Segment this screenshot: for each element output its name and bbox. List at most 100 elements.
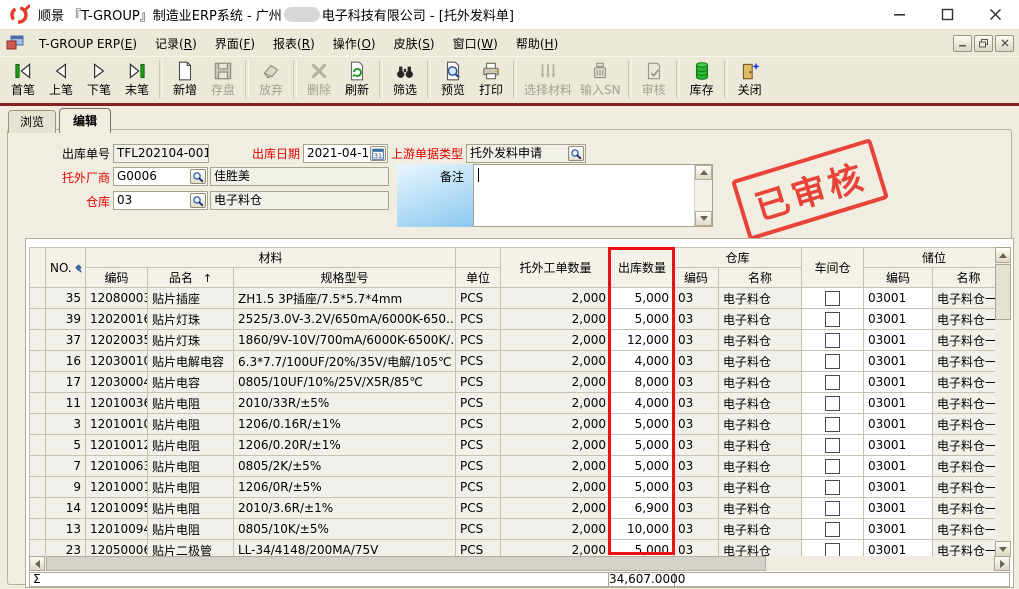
table-row[interactable]: 912010001贴片电阻1206/0R/±5%PCS2,0005,00003电…	[30, 477, 1005, 498]
cell-row-indicator[interactable]	[30, 435, 46, 456]
cell-no[interactable]: 17	[46, 372, 86, 393]
col-material-name[interactable]: 品名↑	[148, 268, 234, 288]
col-no[interactable]: NO.	[46, 248, 86, 288]
cell-wo-qty[interactable]: 2,000	[501, 309, 611, 330]
cell-material-code[interactable]: 12010095	[86, 498, 148, 519]
cell-wh-name[interactable]: 电子料仓	[719, 414, 802, 435]
warehouse-code-field[interactable]: 03	[113, 191, 208, 210]
cell-out-qty[interactable]: 6,900	[611, 498, 674, 519]
scroll-up-button[interactable]	[695, 165, 712, 180]
cell-wh-code[interactable]: 03	[674, 519, 719, 540]
cell-row-indicator[interactable]	[30, 288, 46, 309]
cell-spec[interactable]: 1860/9V-10V/700mA/6000K-6500K/...	[234, 330, 456, 351]
cell-loc-name[interactable]: 电子料仓一储	[933, 456, 1004, 477]
cell-spec[interactable]: 2010/3.6R/±1%	[234, 498, 456, 519]
cell-wo-qty[interactable]: 2,000	[501, 393, 611, 414]
cell-wo-qty[interactable]: 2,000	[501, 519, 611, 540]
cell-loc-name[interactable]: 电子料仓一储	[933, 309, 1004, 330]
table-row[interactable]: 3712020035贴片灯珠1860/9V-10V/700mA/6000K-65…	[30, 330, 1005, 351]
prev-record-button[interactable]: 上笔	[42, 59, 80, 99]
table-row[interactable]: 3912020016贴片灯珠2525/3.0V-3.2V/650mA/6000K…	[30, 309, 1005, 330]
cell-wo-qty[interactable]: 2,000	[501, 351, 611, 372]
cell-unit[interactable]: PCS	[456, 414, 501, 435]
cell-loc-name[interactable]: 电子料仓一储	[933, 477, 1004, 498]
cell-material-code[interactable]: 12010063	[86, 456, 148, 477]
cell-no[interactable]: 9	[46, 477, 86, 498]
cell-material-name[interactable]: 贴片电阻	[148, 393, 234, 414]
col-wo-qty[interactable]: 托外工单数量	[501, 248, 611, 288]
cell-material-name[interactable]: 贴片灯珠	[148, 330, 234, 351]
vendor-code-field[interactable]: G0006	[113, 167, 208, 186]
col-out-qty[interactable]: 出库数量	[611, 248, 674, 288]
cell-material-name[interactable]: 贴片电容	[148, 372, 234, 393]
cell-unit[interactable]: PCS	[456, 477, 501, 498]
menu-item-2[interactable]: 界面(F)	[206, 34, 264, 54]
menu-item-7[interactable]: 帮助(H)	[507, 34, 567, 54]
cell-material-name[interactable]: 贴片电阻	[148, 477, 234, 498]
cell-spec[interactable]: 1206/0.16R/±1%	[234, 414, 456, 435]
cell-loc-name[interactable]: 电子料仓一储	[933, 414, 1004, 435]
cell-spec[interactable]: 2525/3.0V-3.2V/650mA/6000K-650...	[234, 309, 456, 330]
cell-loc-code[interactable]: 03001	[864, 435, 933, 456]
cell-loc-code[interactable]: 03001	[864, 477, 933, 498]
cell-out-qty[interactable]: 4,000	[611, 351, 674, 372]
cell-spec[interactable]: LL-34/4148/200MA/75V	[234, 540, 456, 558]
menu-item-6[interactable]: 窗口(W)	[444, 34, 507, 54]
cell-wh-name[interactable]: 电子料仓	[719, 351, 802, 372]
cell-out-qty[interactable]: 5,000	[611, 288, 674, 309]
cell-out-qty[interactable]: 5,000	[611, 414, 674, 435]
tab-browse[interactable]: 浏览	[8, 110, 56, 133]
cell-material-code[interactable]: 12010094	[86, 519, 148, 540]
cell-material-code[interactable]: 12010012	[86, 435, 148, 456]
table-row[interactable]: 1612030010贴片电解电容6.3*7.7/100UF/20%/35V/电解…	[30, 351, 1005, 372]
cell-out-qty[interactable]: 5,000	[611, 435, 674, 456]
cell-material-name[interactable]: 贴片二极管	[148, 540, 234, 558]
table-row[interactable]: 3512080003贴片插座ZH1.5 3P插座/7.5*5.7*4mmPCS2…	[30, 288, 1005, 309]
cell-wh-code[interactable]: 03	[674, 330, 719, 351]
col-group-warehouse[interactable]: 仓库	[674, 248, 802, 268]
cell-unit[interactable]: PCS	[456, 393, 501, 414]
cell-spec[interactable]: 1206/0R/±5%	[234, 477, 456, 498]
col-loc-code[interactable]: 编码	[864, 268, 933, 288]
cell-row-indicator[interactable]	[30, 540, 46, 558]
cell-loc-code[interactable]: 03001	[864, 372, 933, 393]
cell-row-indicator[interactable]	[30, 393, 46, 414]
cell-out-qty[interactable]: 4,000	[611, 393, 674, 414]
cell-wh-name[interactable]: 电子料仓	[719, 540, 802, 558]
scroll-right-button[interactable]	[994, 556, 1010, 571]
vendor-name-field[interactable]: 佳胜美	[210, 167, 389, 186]
cell-wh-code[interactable]: 03	[674, 498, 719, 519]
cell-material-name[interactable]: 贴片电解电容	[148, 351, 234, 372]
horizontal-scroll-thumb[interactable]	[46, 556, 766, 571]
cell-wh-code[interactable]: 03	[674, 477, 719, 498]
close-form-button[interactable]: 关闭	[731, 59, 769, 99]
cell-wh-name[interactable]: 电子料仓	[719, 519, 802, 540]
upstream-type-field[interactable]: 托外发料申请	[466, 144, 586, 163]
cell-loc-name[interactable]: 电子料仓一储	[933, 540, 1004, 558]
workshop-checkbox[interactable]	[825, 375, 840, 390]
table-row[interactable]: 512010012贴片电阻1206/0.20R/±1%PCS2,0005,000…	[30, 435, 1005, 456]
cell-loc-code[interactable]: 03001	[864, 393, 933, 414]
cell-loc-code[interactable]: 03001	[864, 540, 933, 558]
cell-spec[interactable]: ZH1.5 3P插座/7.5*5.7*4mm	[234, 288, 456, 309]
col-group-location[interactable]: 储位	[864, 248, 1004, 268]
cell-row-indicator[interactable]	[30, 309, 46, 330]
col-spec[interactable]: 规格型号	[234, 268, 456, 288]
cell-no[interactable]: 37	[46, 330, 86, 351]
cell-wh-name[interactable]: 电子料仓	[719, 330, 802, 351]
col-unit[interactable]: 单位	[456, 268, 501, 288]
cell-material-code[interactable]: 12010010	[86, 414, 148, 435]
cell-wo-qty[interactable]: 2,000	[501, 414, 611, 435]
cell-loc-name[interactable]: 电子料仓一储	[933, 435, 1004, 456]
cell-wh-code[interactable]: 03	[674, 309, 719, 330]
cell-unit[interactable]: PCS	[456, 372, 501, 393]
cell-wh-name[interactable]: 电子料仓	[719, 288, 802, 309]
cell-no[interactable]: 5	[46, 435, 86, 456]
remark-textarea[interactable]	[473, 164, 713, 227]
cell-row-indicator[interactable]	[30, 456, 46, 477]
cell-loc-name[interactable]: 电子料仓一储	[933, 372, 1004, 393]
cell-wh-code[interactable]: 03	[674, 414, 719, 435]
vendor-lookup-button[interactable]	[190, 169, 206, 184]
cell-spec[interactable]: 0805/10K/±5%	[234, 519, 456, 540]
cell-loc-name[interactable]: 电子料仓一储	[933, 498, 1004, 519]
